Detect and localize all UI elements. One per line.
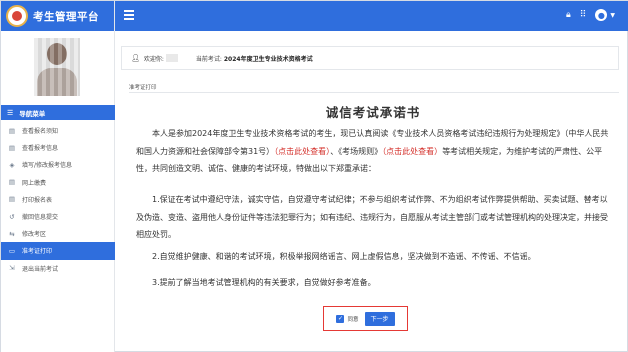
sidebar-nav: ▤ 查看报名须知 ▤ 查看报考信息 ◈ 填写/修改报考信息 ▤ 网上缴费 ▤ 打… xyxy=(1,122,115,277)
sidebar-item-label: 网上缴费 xyxy=(22,179,47,187)
current-exam-label: 当前考试: xyxy=(195,55,222,63)
welcome-label: 欢迎你: xyxy=(143,55,164,63)
doc-icon: ▤ xyxy=(8,195,16,204)
doc-icon: ▤ xyxy=(8,178,16,187)
sidebar-item-exit-exam[interactable]: ⇲ 退出当前考试 xyxy=(1,260,115,277)
commitment-paragraph-2: 1.保证在考试中遵纪守法，诚实守信，自觉遵守考试纪律；不参与组织考试作弊、不为组… xyxy=(136,191,614,244)
sidebar-item-change-area[interactable]: ⇆ 修改考区 xyxy=(1,225,115,242)
avatar xyxy=(34,38,80,96)
commitment-paragraph-1: 本人是参加2024年度卫生专业技术资格考试的考生，现已认真阅读《专业技术人员资格… xyxy=(136,125,614,178)
document-title: 诚信考试承诺书 xyxy=(325,105,421,120)
exit-icon: ⇲ xyxy=(9,264,15,273)
lock-icon[interactable]: 🔒︎ xyxy=(566,10,571,20)
agreement-actions: ✓ 同意 下一步 xyxy=(323,306,408,331)
nav-menu-header: ☰ 导航菜单 xyxy=(1,105,115,120)
nav-menu-header-label: 导航菜单 xyxy=(19,109,46,118)
brand[interactable]: 考生管理平台 xyxy=(1,1,114,31)
sidebar-item-payment[interactable]: ▤ 网上缴费 xyxy=(1,174,115,191)
welcome-bar: 👤︎ 欢迎你: 当前考试: 2024年度卫生专业技术资格考试 xyxy=(121,46,619,70)
app-title: 考生管理平台 xyxy=(33,10,99,23)
paragraph-text: 2.自觉维护健康、和谐的考试环境，积极举报网络谣言、网上虚假信息，坚决做到不造谣… xyxy=(152,252,536,261)
agree-label[interactable]: 同意 xyxy=(347,315,358,323)
shield-icon: ◈ xyxy=(9,160,15,169)
sidebar-item-admission-ticket[interactable]: ▭ 准考证打印 xyxy=(1,242,115,260)
paragraph-text: 、《考场规则》 xyxy=(330,146,383,156)
paragraph-text: 1.保证在考试中遵纪守法，诚实守信，自觉遵守考试纪律；不参与组织考试作弊、不为组… xyxy=(136,195,608,240)
divider xyxy=(129,92,619,93)
commitment-paragraph-4: 3.提前了解当地考试管理机构的有关要求，自觉做好参考准备。 xyxy=(136,274,614,292)
sidebar-item-label: 填写/修改报考信息 xyxy=(22,162,73,170)
logo-icon xyxy=(6,5,28,27)
menu-toggle-icon[interactable] xyxy=(124,10,134,22)
sidebar-item-label: 打印报名表 xyxy=(22,196,53,204)
app-window: 考生管理平台 ☰ 导航菜单 ▤ 查看报名须知 ▤ 查看报考信息 ◈ 填写/修改报… xyxy=(0,0,628,352)
chevron-down-icon[interactable]: ▼ xyxy=(610,12,615,19)
current-exam-value: 2024年度卫生专业技术资格考试 xyxy=(223,55,313,63)
grid-icon[interactable]: ⠿ xyxy=(580,10,587,20)
swap-icon: ⇆ xyxy=(9,229,15,238)
breadcrumb: 准考证打印 xyxy=(129,85,157,91)
sidebar-item-edit-info[interactable]: ◈ 填写/修改报考信息 xyxy=(1,156,115,173)
sidebar-item-label: 准考证打印 xyxy=(22,248,53,256)
username-redacted xyxy=(165,54,178,62)
sidebar: 考生管理平台 ☰ 导航菜单 ▤ 查看报名须知 ▤ 查看报考信息 ◈ 填写/修改报… xyxy=(1,1,115,352)
user-icon: 👤︎ xyxy=(131,54,140,62)
agree-checkbox[interactable]: ✓ xyxy=(336,314,345,323)
user-icon[interactable]: ● xyxy=(595,9,608,21)
top-bar: 🔒︎ ⠿ ● ▼ xyxy=(115,1,628,31)
view-rules-link[interactable]: （点击此处查看） xyxy=(382,147,442,156)
sidebar-item-label: 修改考区 xyxy=(22,231,47,239)
sidebar-item-print-form[interactable]: ▤ 打印报名表 xyxy=(1,191,115,208)
current-exam: 当前考试: 2024年度卫生专业技术资格考试 xyxy=(196,54,313,63)
sidebar-item-notice[interactable]: ▤ 查看报名须知 xyxy=(1,122,115,139)
next-step-button[interactable]: 下一步 xyxy=(364,311,395,326)
commitment-paragraph-3: 2.自觉维护健康、和谐的考试环境，积极举报网络谣言、网上虚假信息，坚决做到不造谣… xyxy=(136,248,614,266)
sidebar-item-view-info[interactable]: ▤ 查看报考信息 xyxy=(1,139,115,156)
sidebar-item-label: 撤回信息提交 xyxy=(22,214,59,222)
sidebar-item-label: 退出当前考试 xyxy=(22,265,59,273)
menu-icon: ☰ xyxy=(7,108,14,117)
doc-icon: ▤ xyxy=(8,126,16,135)
sidebar-item-label: 查看报名须知 xyxy=(22,128,59,136)
undo-icon: ↺ xyxy=(9,212,15,221)
sidebar-item-label: 查看报考信息 xyxy=(22,145,59,153)
card-icon: ▭ xyxy=(8,246,16,255)
sidebar-item-withdraw[interactable]: ↺ 撤回信息提交 xyxy=(1,208,115,225)
view-regulation-link[interactable]: （点击此处查看） xyxy=(274,147,330,156)
doc-icon: ▤ xyxy=(8,143,16,152)
top-actions: 🔒︎ ⠿ ● ▼ xyxy=(557,9,615,21)
paragraph-text: 3.提前了解当地考试管理机构的有关要求，自觉做好参考准备。 xyxy=(152,278,376,287)
